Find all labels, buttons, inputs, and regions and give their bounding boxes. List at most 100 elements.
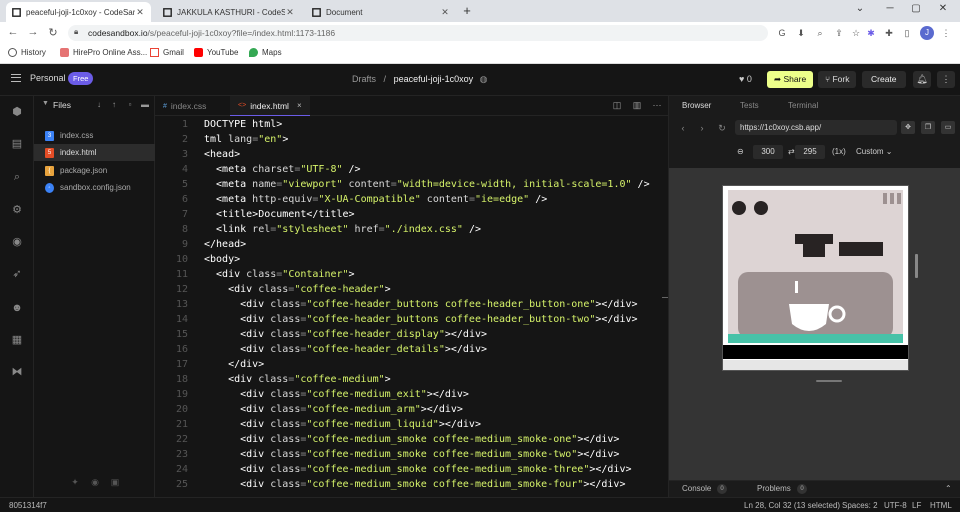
code-line[interactable]: 17 </div> [155,357,668,372]
open-new-window-icon[interactable]: ❐ [921,121,935,134]
toggle-preview-icon[interactable]: ▥ [631,100,643,111]
file-item[interactable]: 3 index.css [34,127,155,144]
commit-hash[interactable]: 8051314f7 [9,501,47,510]
device-select[interactable]: Custom ⌄ [856,147,893,156]
code-line[interactable]: 20 <div class="coffee-medium_arm"></div> [155,402,668,417]
preview-url-input[interactable]: https://1c0xoy.csb.app/ [735,120,897,135]
code-line[interactable]: 21 <div class="coffee-medium_liquid"></d… [155,417,668,432]
collapse-caret-icon[interactable]: ▼ [42,100,49,107]
code-area[interactable]: 1 DOCTYPE html> 2 tml lang="en"> 3 <head> 4 <m… [155,117,668,497]
preview-width-input[interactable]: 300 [753,145,783,159]
share-button[interactable]: ➦ Share [767,71,814,88]
code-line[interactable]: 3 <head> [155,147,668,162]
code-line[interactable]: 19 <div class="coffee-medium_exit"></div… [155,387,668,402]
expand-console-icon[interactable]: ⌃ [945,484,952,493]
new-file-icon[interactable]: ▫ [125,100,135,109]
code-line[interactable]: 14 <div class="coffee-header_buttons cof… [155,312,668,327]
install-icon[interactable]: ⬇ [795,27,807,39]
forward-icon[interactable]: → [26,26,40,38]
cursor-position[interactable]: Ln 28, Col 32 (13 selected) [744,501,840,510]
github-small-icon[interactable]: ◉ [89,477,101,488]
browser-tab[interactable]: JAKKULA KASTHURI - CodeSandbox ✕ [157,2,301,22]
more-icon[interactable]: ⋯ [651,100,663,111]
bookmark-item[interactable]: HirePro Online Ass... [60,48,147,57]
back-icon[interactable]: ‹ [678,123,688,133]
code-line[interactable]: 1 DOCTYPE html> [155,117,668,132]
new-folder-icon[interactable]: ▬ [140,100,150,109]
discord-icon[interactable]: ▣ [109,477,121,488]
code-line[interactable]: 15 <div class="coffee-header_display"></… [155,327,668,342]
vertical-resize-handle[interactable] [915,254,918,278]
more-options-icon[interactable]: ⋮ [937,71,955,88]
problems-tab[interactable]: Problems [757,484,791,493]
deploy-rocket-icon[interactable]: ➶ [9,266,25,282]
console-tab[interactable]: Console [682,484,711,493]
extension-icon[interactable]: ✱ [865,27,877,39]
devtools-icon[interactable]: ✥ [901,121,915,134]
code-line[interactable]: 2 tml lang="en"> [155,132,668,147]
vscode-icon[interactable]: ⧓ [9,364,25,380]
code-line[interactable]: 11 <div class="Container"> [155,267,668,282]
split-editor-icon[interactable]: ◫ [611,100,623,111]
menu-icon[interactable] [11,74,21,82]
bookmark-item[interactable]: Maps [249,48,282,57]
notifications-bell-icon[interactable]: 🔔︎ [913,71,931,88]
twitter-icon[interactable]: ✦ [69,477,81,488]
horizontal-resize-handle[interactable] [816,380,842,382]
browser-tab[interactable]: Document ✕ [306,2,456,22]
code-line[interactable]: 16 <div class="coffee-header_details"></… [155,342,668,357]
live-users-icon[interactable]: ☻ [9,300,25,316]
reload-icon[interactable]: ↻ [46,26,60,39]
project-name[interactable]: peaceful-joji-1c0xoy [394,74,474,84]
bookmark-item[interactable]: YouTube [194,48,238,57]
tab-terminal[interactable]: Terminal [788,101,818,110]
line-ending[interactable]: LF [912,501,921,510]
preview-scrollbar[interactable] [723,360,908,370]
workspace-name[interactable]: Personal [30,73,66,83]
file-item[interactable]: { package.json [34,162,155,179]
code-line[interactable]: 23 <div class="coffee-medium_smoke coffe… [155,447,668,462]
code-line[interactable]: 22 <div class="coffee-medium_smoke coffe… [155,432,668,447]
refresh-icon[interactable]: ↻ [717,123,727,134]
code-line[interactable]: 8 <link rel="stylesheet" href="./index.c… [155,222,668,237]
bookmark-star-icon[interactable]: ☆ [850,27,862,39]
tab-tests[interactable]: Tests [740,101,759,110]
code-line[interactable]: 5 <meta name="viewport" content="width=d… [155,177,668,192]
code-line[interactable]: 12 <div class="coffee-header"> [155,282,668,297]
zoom-icon[interactable]: ⌕ [814,27,826,39]
code-line[interactable]: 10 <body> [155,252,668,267]
new-tab-button[interactable]: + [460,3,474,18]
files-icon[interactable]: ▤ [9,136,25,152]
code-line[interactable]: 24 <div class="coffee-medium_smoke coffe… [155,462,668,477]
sort-down-icon[interactable]: ↓ [94,100,104,109]
more-icon[interactable]: ⋮ [940,27,952,39]
code-line[interactable]: 9 </head> [155,237,668,252]
browser-tab[interactable]: peaceful-joji-1c0xoy - CodeSandbox ✕ [6,2,151,22]
sidepanel-icon[interactable]: ▯ [901,27,913,39]
code-line[interactable]: 7 <title>Document</title> [155,207,668,222]
share-page-icon[interactable]: ⇪ [833,27,845,39]
breadcrumb-folder[interactable]: Drafts [352,74,376,84]
forward-icon[interactable]: › [697,123,707,133]
google-icon[interactable]: G [776,27,788,39]
avatar[interactable]: J [920,26,934,40]
tab-search-icon[interactable]: ⌄ [853,3,867,14]
address-bar[interactable]: 🔒︎ codesandbox.io/s/peaceful-joji-1c0xoy… [68,25,768,41]
close-icon[interactable]: ✕ [135,7,145,18]
window-close-button[interactable]: ✕ [936,3,950,14]
search-icon[interactable]: ⌕ [9,169,25,185]
encoding[interactable]: UTF-8 [884,501,907,510]
close-tab-icon[interactable]: × [297,101,302,110]
tab-index-css[interactable]: # index.css [155,96,214,116]
language-mode[interactable]: HTML [930,501,952,510]
close-icon[interactable]: ✕ [285,7,295,18]
bookmark-item[interactable]: History [8,48,46,57]
responsive-toggle-icon[interactable]: ⊖ [737,147,744,156]
docker-icon[interactable]: ▦ [9,332,25,348]
fork-button[interactable]: ⑂ Fork [818,71,857,88]
close-icon[interactable]: ✕ [440,7,450,18]
zoom-level[interactable]: (1x) [832,147,846,156]
code-line[interactable]: 4 <meta charset="UTF-8" /> [155,162,668,177]
code-line[interactable]: 13 <div class="coffee-header_buttons cof… [155,297,668,312]
code-line[interactable]: 25 <div class="coffee-medium_smoke coffe… [155,477,668,492]
